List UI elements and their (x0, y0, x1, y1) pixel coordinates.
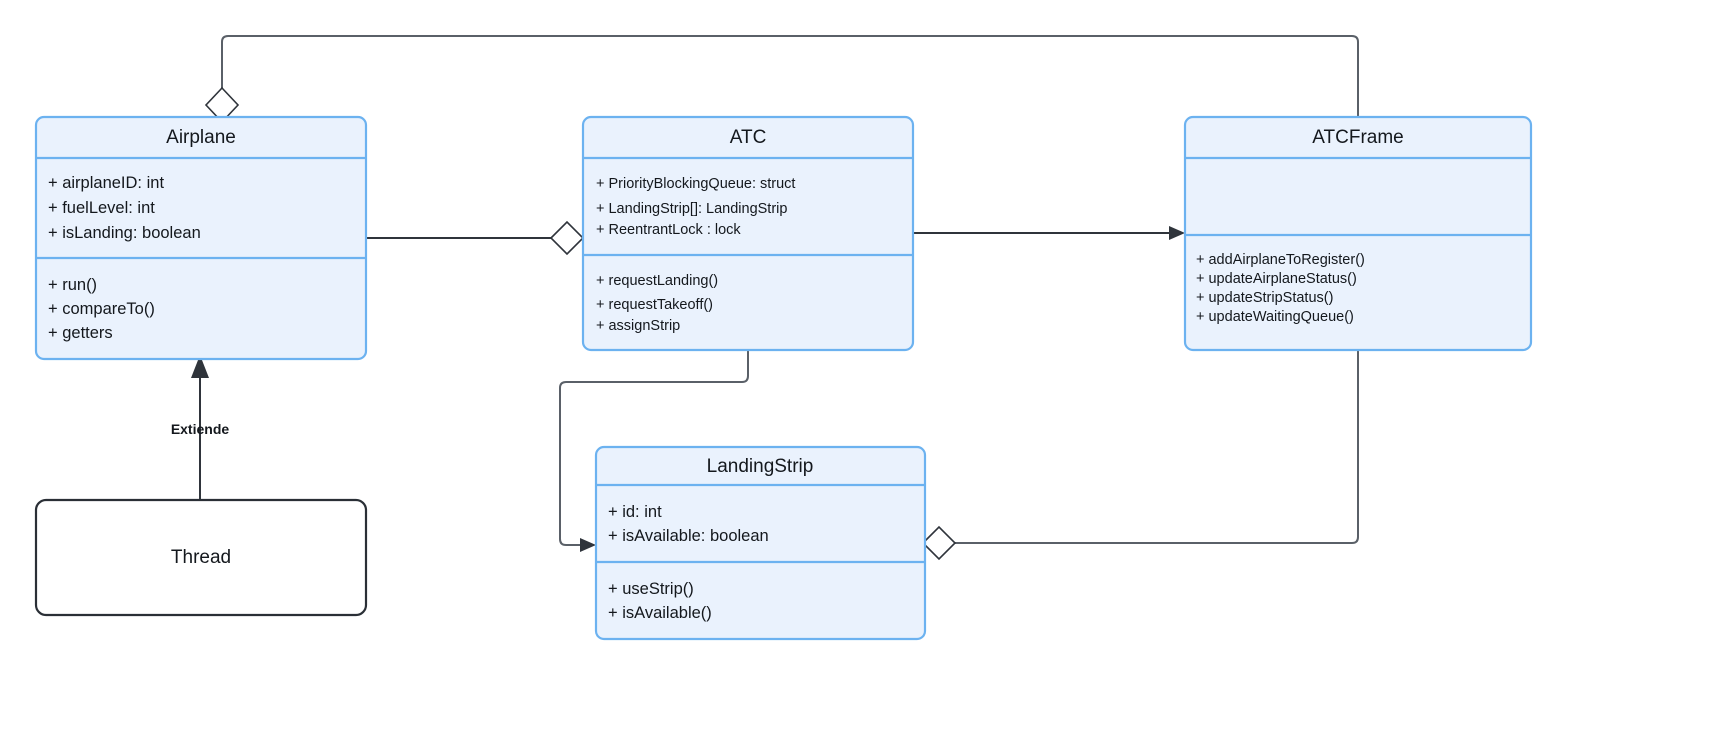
airplane-method: + getters (48, 324, 113, 342)
class-box-airplane[interactable]: Airplane + airplaneID: int + fuelLevel: … (34, 115, 368, 361)
airplane-method: + run() (48, 276, 97, 294)
edge-thread-to-airplane: Extiende (171, 355, 230, 500)
landingstrip-method: + useStrip() (608, 580, 694, 598)
class-box-thread[interactable]: Thread (34, 498, 368, 617)
atcframe-method: + addAirplaneToRegister() (1196, 252, 1365, 268)
atcframe-method: + updateWaitingQueue() (1196, 309, 1354, 325)
atc-method: + requestTakeoff() (596, 297, 713, 313)
edge-atc-to-atcframe (913, 226, 1185, 240)
uml-class-diagram-canvas: Extiende Airplane + airplaneID: int + fu… (0, 0, 1720, 741)
airplane-method: + compareTo() (48, 300, 155, 318)
arrowhead-icon (1169, 226, 1185, 240)
airplane-attribute: + isLanding: boolean (48, 224, 201, 242)
landingstrip-attribute: + id: int (608, 503, 662, 521)
atc-attribute: + LandingStrip[]: LandingStrip (596, 201, 787, 217)
edge-landingstrip-to-atcframe (921, 350, 1359, 561)
atcframe-method: + updateStripStatus() (1196, 290, 1333, 306)
arrowhead-icon (580, 538, 596, 552)
edge-label-extiende: Extiende (171, 421, 230, 437)
class-name-atcframe: ATCFrame (1312, 127, 1403, 148)
class-box-landingstrip[interactable]: LandingStrip + id: int + isAvailable: bo… (594, 445, 927, 641)
class-box-atcframe[interactable]: ATCFrame + addAirplaneToRegister() + upd… (1183, 115, 1533, 352)
airplane-attribute: + airplaneID: int (48, 174, 164, 192)
atc-method: + requestLanding() (596, 273, 718, 289)
atcframe-method: + updateAirplaneStatus() (1196, 271, 1357, 287)
edge-airplane-to-atc (366, 220, 585, 256)
landingstrip-attribute: + isAvailable: boolean (608, 527, 769, 545)
class-name-atc: ATC (730, 127, 767, 148)
aggregation-diamond-icon (921, 525, 957, 561)
atc-attribute: + ReentrantLock : lock (596, 222, 741, 238)
class-name-thread: Thread (171, 547, 231, 568)
atc-attribute: + PriorityBlockingQueue: struct (596, 176, 795, 192)
aggregation-diamond-icon (549, 220, 585, 256)
class-name-landingstrip: LandingStrip (707, 456, 814, 477)
landingstrip-method: + isAvailable() (608, 604, 712, 622)
diagram-svg: Extiende Airplane + airplaneID: int + fu… (34, 35, 1533, 641)
atc-method: + assignStrip (596, 318, 680, 334)
airplane-attribute: + fuelLevel: int (48, 199, 155, 217)
class-name-airplane: Airplane (166, 127, 236, 148)
class-box-atc[interactable]: ATC + PriorityBlockingQueue: struct + La… (581, 115, 915, 352)
